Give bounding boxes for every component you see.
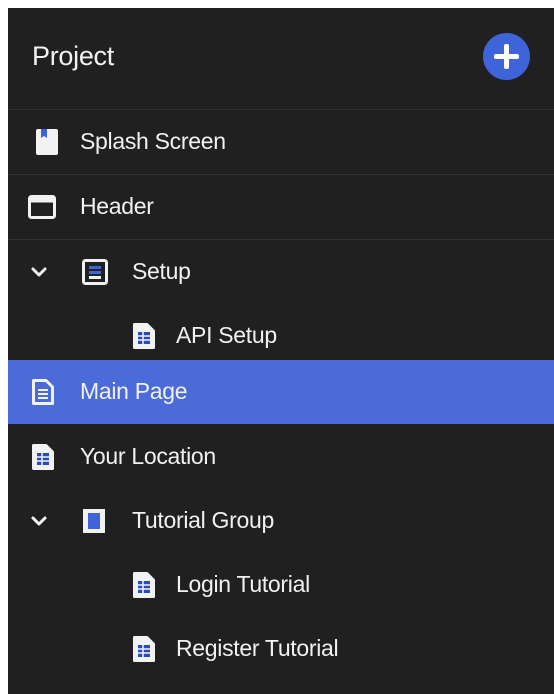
page-icon (32, 379, 54, 405)
tree-item-label: Setup (132, 258, 191, 284)
page-icon (133, 572, 155, 598)
tree-item-login-tutorial[interactable]: Login Tutorial (8, 553, 554, 617)
tree-item-api-setup[interactable]: API Setup (8, 304, 554, 368)
tree-item-label: Main Page (80, 378, 188, 404)
tree-item-label: Splash Screen (80, 128, 226, 154)
add-button[interactable] (483, 33, 530, 80)
page-icon (32, 444, 54, 470)
tree-item-label: Register Tutorial (176, 635, 339, 661)
chevron-down-icon[interactable] (30, 512, 48, 530)
project-panel: Project Splash Screen Header Setup API S… (8, 8, 554, 694)
tree-item-splash-screen[interactable]: Splash Screen (8, 110, 554, 175)
tree-item-label: API Setup (176, 322, 277, 348)
tree-item-tutorial-group[interactable]: Tutorial Group (8, 489, 554, 553)
splash-screen-icon (36, 129, 58, 155)
header-window-icon (28, 195, 56, 219)
panel-title: Project (32, 41, 114, 71)
group-icon (83, 509, 105, 533)
chevron-down-icon[interactable] (30, 263, 48, 281)
page-icon (133, 636, 155, 662)
tree-item-register-tutorial[interactable]: Register Tutorial (8, 617, 554, 681)
panel-header: Project (8, 8, 554, 110)
tree-item-label: Login Tutorial (176, 571, 310, 597)
tree-item-setup[interactable]: Setup (8, 240, 554, 304)
tree-item-main-page[interactable]: Main Page (8, 360, 554, 424)
tree-item-label: Header (80, 193, 154, 219)
tree-item-header[interactable]: Header (8, 175, 554, 240)
page-icon (133, 323, 155, 349)
tree-item-label: Your Location (80, 443, 216, 469)
tree-item-label: Tutorial Group (132, 507, 274, 533)
tree-item-your-location[interactable]: Your Location (8, 425, 554, 489)
setup-module-icon (82, 259, 108, 285)
